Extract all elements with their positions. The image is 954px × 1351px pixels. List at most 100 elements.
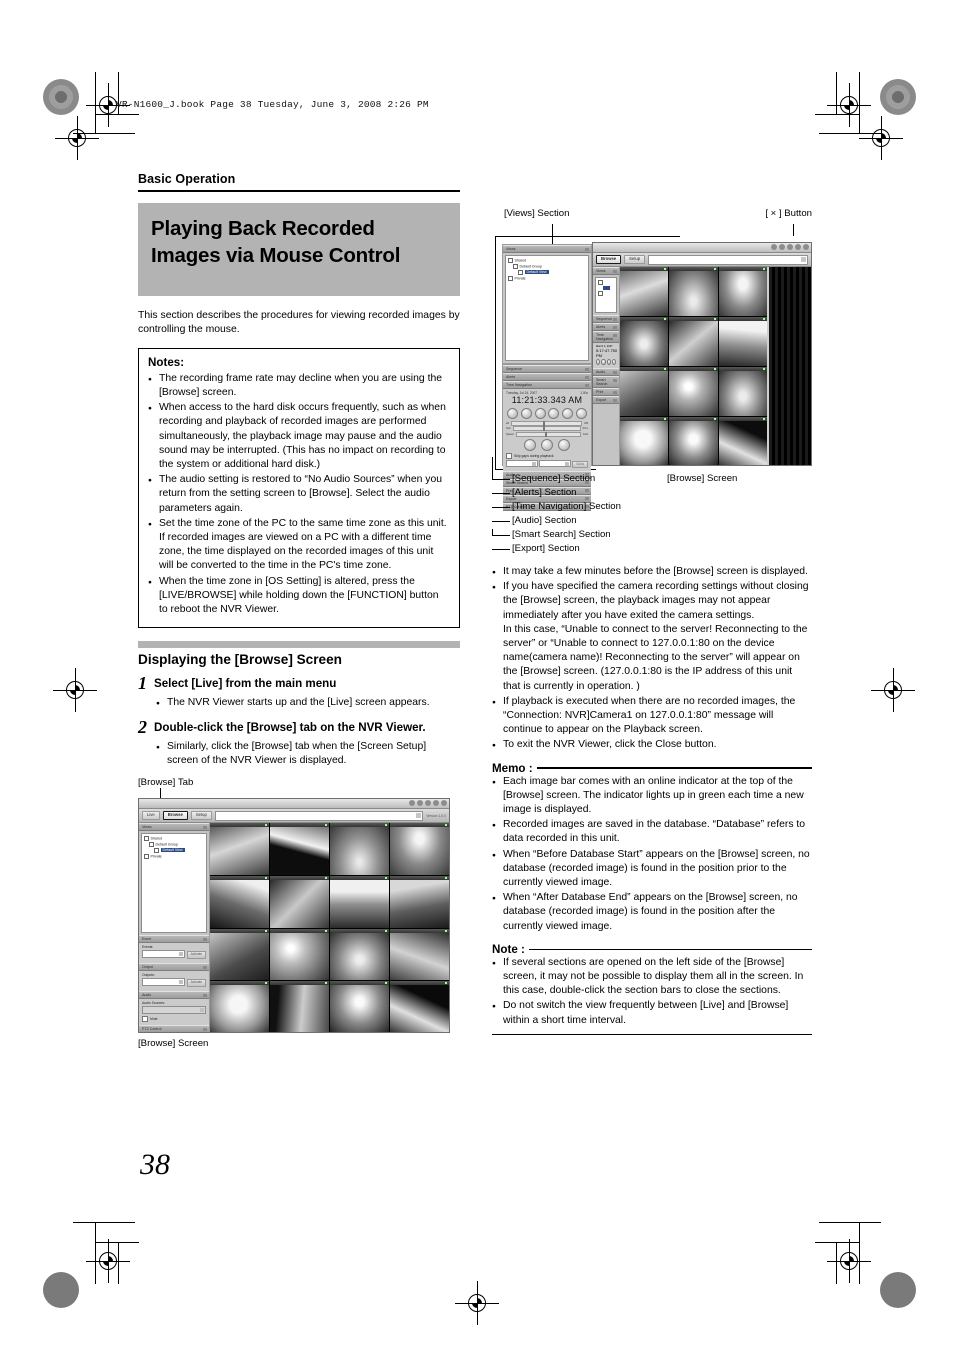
all-slider[interactable]: [510, 420, 583, 426]
transport-button[interactable]: [611, 359, 616, 365]
camera-cell[interactable]: [390, 875, 449, 928]
views-tree-mini[interactable]: [595, 277, 617, 313]
mute-checkbox[interactable]: Mute: [142, 1016, 206, 1023]
registration-mark: [86, 1239, 130, 1283]
transport-button[interactable]: [601, 359, 606, 365]
audio-sources-select[interactable]: [142, 1006, 206, 1015]
goto-time-field[interactable]: [539, 459, 572, 467]
camera-cell[interactable]: [669, 367, 718, 416]
camera-cell[interactable]: [210, 981, 269, 1033]
view-selector[interactable]: [214, 810, 424, 821]
section-bar-smart-search[interactable]: Smart Search: [593, 376, 619, 388]
camera-cell[interactable]: [620, 417, 669, 465]
tree-node[interactable]: Private: [144, 853, 204, 860]
stop-button[interactable]: [541, 438, 553, 451]
tree-node[interactable]: [598, 291, 614, 297]
step-fwd-button[interactable]: [562, 407, 574, 419]
viewer-body: Views Shared Default Group Default View …: [139, 823, 449, 1033]
prev-frame-button[interactable]: [534, 407, 546, 419]
section-bar-views[interactable]: Views: [593, 267, 619, 275]
section-bar-output[interactable]: Output: [139, 963, 209, 972]
views-tree-detail[interactable]: Shared Default Group Default View Privat…: [505, 255, 589, 361]
camera-cell[interactable]: [390, 928, 449, 981]
all-slider-row[interactable]: All DB: [506, 420, 588, 426]
timeline-panel[interactable]: [769, 267, 811, 465]
section-bar-sequence[interactable]: Sequence: [503, 365, 591, 373]
camera-cell[interactable]: [718, 417, 767, 465]
section-bar-alerts[interactable]: Alerts: [503, 373, 591, 381]
skip-fwd-button[interactable]: [575, 407, 587, 419]
camera-cell[interactable]: [330, 823, 389, 875]
skip-gaps-checkbox[interactable]: Skip gaps during playback: [506, 452, 588, 459]
browse-tab-leader: [138, 788, 460, 799]
section-bar-sequence[interactable]: Sequence: [593, 315, 619, 323]
tab-browse[interactable]: Browse: [596, 255, 622, 264]
section-bar-event[interactable]: Event: [139, 935, 209, 944]
tab-setup[interactable]: Setup: [624, 255, 646, 264]
section-bar-print[interactable]: Print: [593, 388, 619, 396]
camera-cell[interactable]: [270, 823, 329, 875]
section-bar-views[interactable]: Views: [503, 245, 591, 253]
step-back-button[interactable]: [520, 407, 532, 419]
section-bar-views[interactable]: Views: [139, 823, 209, 832]
sub-slider-row[interactable]: Sub Prev: [506, 426, 588, 432]
tab-live[interactable]: Live: [142, 811, 160, 820]
playback-slider[interactable]: [515, 431, 582, 437]
activate-button[interactable]: Activate: [186, 951, 206, 959]
section-bar-export[interactable]: Export: [593, 396, 619, 404]
figure-callouts: [Sequence] Section [Browse] Screen [Aler…: [492, 457, 812, 563]
camera-cell[interactable]: [620, 317, 669, 366]
all-label: All: [506, 421, 509, 425]
view-selector[interactable]: [648, 254, 808, 265]
camera-cell[interactable]: [669, 417, 718, 465]
camera-cell[interactable]: [210, 823, 269, 875]
activate-button[interactable]: Activate: [186, 979, 206, 987]
tab-setup[interactable]: Setup: [190, 811, 212, 820]
camera-cell[interactable]: [718, 367, 767, 416]
section-bar-alerts[interactable]: Alerts: [593, 323, 619, 331]
camera-cell[interactable]: [270, 875, 329, 928]
camera-cell[interactable]: [330, 875, 389, 928]
camera-cell[interactable]: [390, 823, 449, 875]
registration-mark: [859, 116, 903, 160]
play-button[interactable]: [558, 438, 570, 451]
camera-cell[interactable]: [270, 981, 329, 1033]
camera-cell[interactable]: [270, 928, 329, 981]
camera-cell[interactable]: [669, 267, 718, 316]
camera-cell[interactable]: [330, 981, 389, 1033]
transport-button[interactable]: [596, 359, 601, 365]
play-reverse-button[interactable]: [524, 438, 536, 451]
tab-browse[interactable]: Browse: [162, 811, 188, 820]
camera-cell[interactable]: [718, 317, 767, 366]
section-bar-ptz[interactable]: PTZ Control: [139, 1025, 209, 1033]
camera-cell[interactable]: [210, 875, 269, 928]
camera-cell[interactable]: [718, 267, 767, 316]
goto-button[interactable]: Go to: [572, 460, 589, 468]
camera-cell[interactable]: [330, 928, 389, 981]
camera-cell[interactable]: [669, 317, 718, 366]
events-select[interactable]: [142, 950, 185, 959]
memo-item: Recorded images are saved in the databas…: [492, 818, 812, 846]
goto-date-field[interactable]: [506, 459, 539, 467]
sub-slider[interactable]: [512, 426, 581, 432]
window-buttons[interactable]: [409, 800, 447, 807]
figure-top-leaders: [492, 224, 812, 249]
outputs-select[interactable]: [142, 978, 185, 987]
camera-cell[interactable]: [210, 928, 269, 981]
section-bar-time-navigation[interactable]: Time Navigation: [593, 331, 619, 343]
playback-slider-row[interactable]: Speed Fwd: [506, 431, 588, 437]
next-frame-button[interactable]: [548, 407, 560, 419]
section-bar-audio[interactable]: Audio: [593, 368, 619, 376]
views-tree[interactable]: Shared Default Group Default View Privat…: [141, 833, 207, 934]
window-buttons[interactable]: [771, 244, 809, 250]
tree-node[interactable]: Private: [508, 275, 586, 282]
transport-button[interactable]: [606, 359, 611, 365]
section-bar-audio[interactable]: Audio: [139, 991, 209, 1000]
camera-cell[interactable]: [620, 267, 669, 316]
skip-back-button[interactable]: [507, 407, 518, 419]
transport-controls[interactable]: [507, 407, 587, 419]
playback-buttons[interactable]: [506, 438, 588, 451]
section-bar-time-navigation[interactable]: Time Navigation: [503, 381, 591, 389]
camera-cell[interactable]: [390, 981, 449, 1033]
camera-cell[interactable]: [620, 367, 669, 416]
